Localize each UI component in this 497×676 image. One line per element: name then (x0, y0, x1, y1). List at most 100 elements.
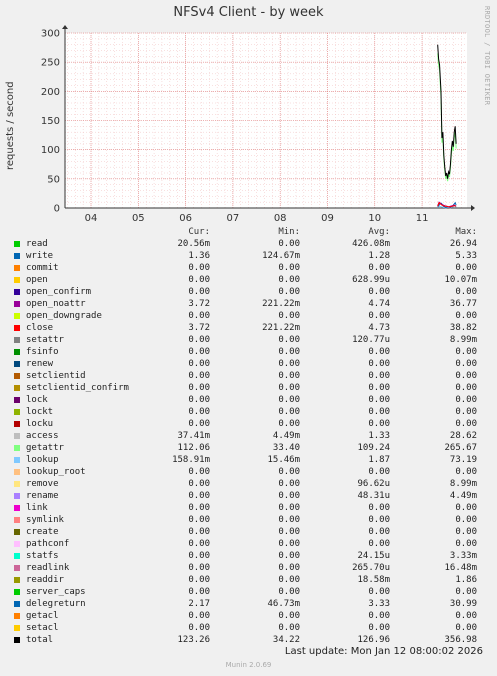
legend-max-value: 0.00 (455, 383, 477, 393)
legend-header-avg: Avg: (368, 227, 390, 237)
legend-series-name: renew (26, 359, 54, 369)
legend-header-min: Min: (278, 227, 300, 237)
legend-avg-value: 109.24 (357, 443, 390, 453)
legend-series-name: commit (26, 263, 59, 273)
legend-color-swatch (14, 384, 20, 391)
legend-avg-value: 18.58m (357, 575, 390, 585)
legend-color-swatch (14, 288, 20, 295)
last-update: Last update: Mon Jan 12 08:00:02 2026 (284, 646, 483, 657)
legend-min-value: 0.00 (278, 563, 300, 573)
legend-min-value: 0.00 (278, 575, 300, 585)
legend-min-value: 46.73m (267, 599, 300, 609)
legend-min-value: 0.00 (278, 419, 300, 429)
legend-color-swatch (14, 348, 20, 355)
legend-cur-value: 0.00 (188, 503, 210, 513)
legend-series-name: setclientid (26, 371, 86, 381)
legend-swatch-cell (0, 622, 26, 634)
legend-max-value: 0.00 (455, 587, 477, 597)
legend-row: setacl 0.00 0.00 0.00 0.00 (0, 622, 477, 634)
legend-avg-value: 1.87 (368, 455, 390, 465)
legend-series-name: symlink (26, 515, 64, 525)
legend-color-swatch (14, 504, 20, 511)
legend-cur-value: 2.17 (188, 599, 210, 609)
legend-series-name: fsinfo (26, 347, 59, 357)
legend-cur-value: 20.56m (177, 239, 210, 249)
legend-swatch-cell (0, 346, 26, 358)
legend-series-name: lockt (26, 407, 54, 417)
legend-cur-value: 0.00 (188, 551, 210, 561)
legend-color-swatch (14, 240, 20, 247)
legend-avg-value: 628.99u (352, 275, 390, 285)
legend-min-value: 0.00 (278, 539, 300, 549)
legend-color-swatch (14, 432, 20, 439)
legend-series-name: pathconf (26, 539, 70, 549)
legend-row: link 0.00 0.00 0.00 0.00 (0, 502, 477, 514)
legend-max-value: 0.00 (455, 623, 477, 633)
legend-min-value: 0.00 (278, 359, 300, 369)
legend-min-value: 0.00 (278, 263, 300, 273)
x-tick-label: 10 (368, 213, 381, 224)
legend-min-value: 221.22m (262, 323, 300, 333)
legend-min-value: 0.00 (278, 275, 300, 285)
legend-series-name: open_noattr (26, 299, 86, 309)
legend-cur-value: 0.00 (188, 419, 210, 429)
legend-series-name: server_caps (26, 587, 86, 597)
legend-avg-value: 0.00 (368, 419, 390, 429)
legend-swatch-cell (0, 526, 26, 538)
legend-max-value: 16.48m (444, 563, 477, 573)
legend-row: pathconf 0.00 0.00 0.00 0.00 (0, 538, 477, 550)
legend-color-swatch (14, 516, 20, 523)
legend-avg-value: 120.77u (352, 335, 390, 345)
y-tick-label: 300 (41, 29, 60, 40)
legend-max-value: 265.67 (444, 443, 477, 453)
legend-avg-value: 0.00 (368, 263, 390, 273)
legend-color-swatch (14, 576, 20, 583)
legend-swatch-cell (0, 550, 26, 562)
legend-series-name: link (26, 503, 48, 513)
legend-series-name: remove (26, 479, 59, 489)
legend-swatch-cell (0, 442, 26, 454)
legend-max-value: 0.00 (455, 395, 477, 405)
legend-cur-value: 0.00 (188, 407, 210, 417)
x-tick-label: 07 (227, 213, 240, 224)
x-tick-label: 04 (85, 213, 98, 224)
legend-color-swatch (14, 300, 20, 307)
legend-row: open_downgrade 0.00 0.00 0.00 0.00 (0, 310, 477, 322)
legend-cur-value: 3.72 (188, 323, 210, 333)
legend-max-value: 0.00 (455, 263, 477, 273)
legend-min-value: 0.00 (278, 515, 300, 525)
legend-color-swatch (14, 552, 20, 559)
legend-swatch-cell (0, 562, 26, 574)
legend-cur-value: 0.00 (188, 275, 210, 285)
legend-cur-value: 0.00 (188, 383, 210, 393)
legend-row: read 20.56m 0.00 426.08m 26.94 (0, 238, 477, 250)
legend-swatch-cell (0, 610, 26, 622)
legend-swatch-cell (0, 238, 26, 250)
y-tick-label: 150 (41, 116, 60, 127)
legend-min-value: 0.00 (278, 239, 300, 249)
legend-color-swatch (14, 480, 20, 487)
legend-swatch-cell (0, 538, 26, 550)
legend-cur-value: 0.00 (188, 467, 210, 477)
legend-max-value: 0.00 (455, 407, 477, 417)
x-tick-label: 06 (179, 213, 192, 224)
legend-avg-value: 0.00 (368, 503, 390, 513)
legend-row: server_caps 0.00 0.00 0.00 0.00 (0, 586, 477, 598)
legend-avg-value: 4.73 (368, 323, 390, 333)
legend-swatch-cell (0, 262, 26, 274)
legend-row: fsinfo 0.00 0.00 0.00 0.00 (0, 346, 477, 358)
legend-min-value: 33.40 (272, 443, 300, 453)
legend-swatch-cell (0, 466, 26, 478)
legend-avg-value: 265.70u (352, 563, 390, 573)
legend-swatch-cell (0, 574, 26, 586)
legend-row: symlink 0.00 0.00 0.00 0.00 (0, 514, 477, 526)
legend-cur-value: 0.00 (188, 371, 210, 381)
legend-series-name: lookup (26, 455, 59, 465)
legend-avg-value: 96.62u (357, 479, 390, 489)
legend-cur-value: 0.00 (188, 347, 210, 357)
legend-row: getattr 112.06 33.40 109.24 265.67 (0, 442, 477, 454)
legend-max-value: 36.77 (449, 299, 477, 309)
legend-row: statfs 0.00 0.00 24.15u 3.33m (0, 550, 477, 562)
legend-series-name: read (26, 239, 48, 249)
legend-row: setclientid 0.00 0.00 0.00 0.00 (0, 370, 477, 382)
